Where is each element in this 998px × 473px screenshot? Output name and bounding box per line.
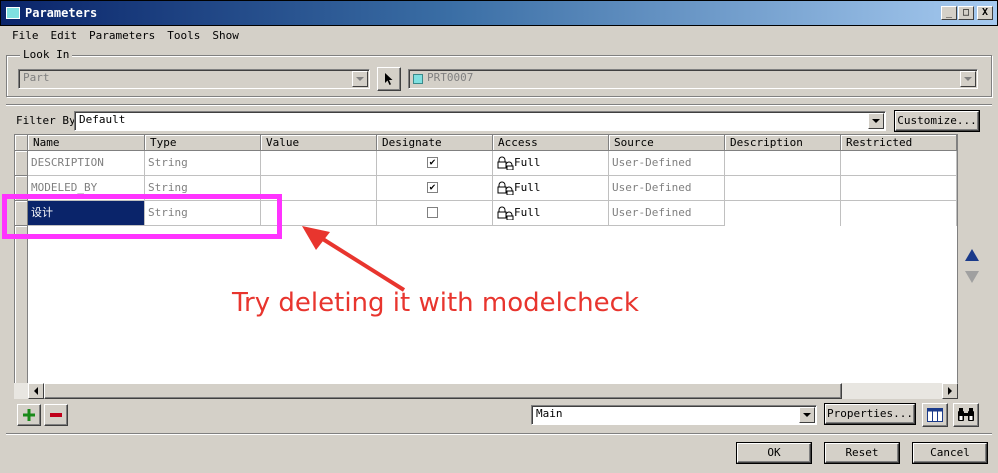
col-header-type[interactable]: Type [145,135,261,151]
cell-access[interactable]: Full [493,201,609,226]
parameters-table: Name Type Value Designate Access Source … [14,134,958,397]
menu-bar: File Edit Parameters Tools Show [6,28,245,44]
arrow-right-icon [948,387,952,395]
window-title: Parameters [25,6,98,20]
menu-file[interactable]: File [6,28,45,44]
close-button[interactable]: X [977,6,993,20]
separator [6,104,992,106]
minus-icon [50,413,62,417]
window-app-icon [6,7,20,19]
filter-by-value: Default [79,113,126,126]
horizontal-scrollbar[interactable] [14,383,958,399]
look-in-type-value: Part [23,71,50,84]
look-in-type-combo: Part [18,69,370,89]
cell-designate: ✔ [377,151,493,176]
triangle-down-icon [965,271,979,283]
cell-source[interactable]: User-Defined [609,201,725,226]
move-down-button[interactable] [964,270,980,286]
scroll-right-button[interactable] [942,383,958,399]
cancel-button[interactable]: Cancel [913,443,987,463]
designate-checkbox[interactable]: ✔ [427,182,438,193]
menu-parameters[interactable]: Parameters [83,28,161,44]
look-in-label: Look In [20,48,73,61]
menu-edit[interactable]: Edit [45,28,84,44]
cell-source[interactable]: User-Defined [609,176,725,201]
find-button[interactable] [953,403,979,427]
look-in-object-combo: PRT0007 [408,69,978,89]
designate-checkbox[interactable] [427,207,438,218]
col-header-designate[interactable]: Designate [377,135,493,151]
col-header-value[interactable]: Value [261,135,377,151]
menu-show[interactable]: Show [206,28,245,44]
annotation-arrow-icon [302,226,406,292]
plus-icon [23,409,35,421]
cell-description[interactable] [725,151,841,176]
cell-access[interactable]: Full [493,176,609,201]
col-header-restricted[interactable]: Restricted [841,135,957,151]
annotation-text: Try deleting it with modelcheck [232,288,639,318]
layout-combo[interactable]: Main [531,405,817,425]
cell-restricted[interactable] [841,201,957,226]
cell-restricted[interactable] [841,176,957,201]
ok-button[interactable]: OK [737,443,811,463]
menu-tools[interactable]: Tools [161,28,206,44]
table-columns-icon [927,408,943,422]
table-corner [15,135,28,151]
minimize-button[interactable]: _ [941,6,957,20]
cell-restricted[interactable] [841,151,957,176]
scroll-left-button[interactable] [28,383,44,399]
cell-description[interactable] [725,176,841,201]
binoculars-icon [958,408,974,421]
properties-button[interactable]: Properties... [825,404,915,424]
col-header-access[interactable]: Access [493,135,609,151]
move-up-button[interactable] [964,248,980,264]
arrow-left-icon [34,387,38,395]
access-value: Full [514,156,541,169]
cell-designate [377,201,493,226]
select-object-button[interactable] [377,67,401,91]
lock-icon [497,156,514,170]
row-header-empty [15,226,28,383]
chevron-down-icon [352,71,368,87]
filter-by-combo[interactable]: Default [74,111,886,131]
col-header-description[interactable]: Description [725,135,841,151]
access-value: Full [514,206,541,219]
chevron-down-icon[interactable] [799,407,815,423]
annotation-highlight-box [2,194,282,239]
look-in-object-value: PRT0007 [427,71,474,84]
lock-icon [497,181,514,195]
cell-type[interactable]: String [145,151,261,176]
col-header-source[interactable]: Source [609,135,725,151]
separator [6,433,992,435]
cell-name[interactable]: DESCRIPTION [28,151,145,176]
maximize-button[interactable]: □ [958,6,974,20]
row-header[interactable] [15,151,28,176]
title-bar[interactable]: Parameters _ □ X [0,0,998,26]
part-icon [413,74,423,84]
designate-checkbox[interactable]: ✔ [427,157,438,168]
cell-description[interactable] [725,201,841,226]
filter-by-label: Filter By [16,114,76,127]
cell-access[interactable]: Full [493,151,609,176]
columns-button[interactable] [922,403,948,427]
access-value: Full [514,181,541,194]
cursor-arrow-icon [385,73,393,85]
cell-value[interactable] [261,151,377,176]
chevron-down-icon [960,71,976,87]
add-parameter-button[interactable] [17,404,41,426]
chevron-down-icon[interactable] [868,113,884,129]
col-header-name[interactable]: Name [28,135,145,151]
cell-designate: ✔ [377,176,493,201]
lock-icon [497,206,514,220]
triangle-up-icon [965,249,979,261]
layout-combo-value: Main [536,407,563,420]
cell-source[interactable]: User-Defined [609,151,725,176]
scroll-thumb[interactable] [44,383,842,399]
reset-button[interactable]: Reset [825,443,899,463]
customize-button[interactable]: Customize... [895,111,979,131]
remove-parameter-button[interactable] [44,404,68,426]
